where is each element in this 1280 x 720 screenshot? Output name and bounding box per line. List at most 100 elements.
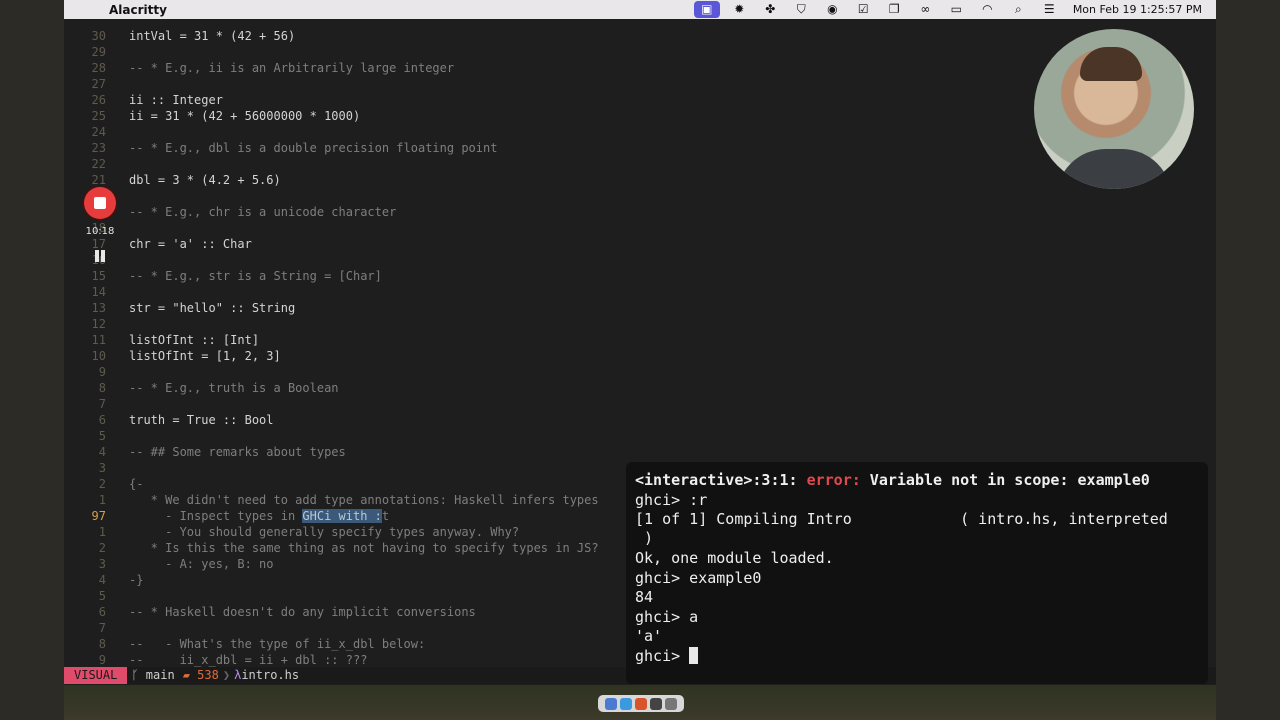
code-line[interactable]: 4 -- ## Some remarks about types xyxy=(64,444,346,460)
glasses-icon[interactable]: ∞ xyxy=(910,0,941,19)
code-line[interactable]: 7 xyxy=(64,396,106,412)
dock xyxy=(598,695,684,712)
line-number: 27 xyxy=(91,77,106,91)
line-number: 30 xyxy=(91,29,106,43)
recording-timer: 10:18 xyxy=(85,226,115,237)
menubar-clock[interactable]: Mon Feb 19 1:25:57 PM xyxy=(1065,3,1216,16)
wifi-icon[interactable]: ◠ xyxy=(972,0,1003,19)
code-line[interactable]: 2 * Is this the same thing as not having… xyxy=(64,540,599,556)
code-line[interactable]: 26 ii :: Integer xyxy=(64,92,223,108)
checkbox-icon[interactable]: ☑ xyxy=(848,0,879,19)
code-text: listOfInt :: [Int] xyxy=(129,333,260,347)
dock-app-icon[interactable] xyxy=(635,697,647,710)
error-location: <interactive>:3:1: xyxy=(635,471,807,489)
window-icon[interactable]: ❐ xyxy=(879,0,910,19)
folder-icon: ▰ xyxy=(182,668,198,682)
menu-bar: Alacritty ▣ ✹ ✤ ⛉ ◉ ☑ ❐ ∞ ▭ ◠ ⌕ ☰ Mon Fe… xyxy=(64,0,1216,19)
terminal-line: Ok, one module loaded. xyxy=(635,549,834,567)
visual-selection: GHCi with : xyxy=(302,509,382,523)
code-line[interactable]: 30 intVal = 31 * (42 + 56) xyxy=(64,28,296,44)
code-text: str = "hello" :: String xyxy=(129,301,296,315)
code-line[interactable]: 23 -- * E.g., dbl is a double precision f… xyxy=(64,140,498,156)
line-number: 23 xyxy=(91,141,106,155)
changes-segment: ▰ 538 xyxy=(179,667,223,684)
line-number: 25 xyxy=(91,109,106,123)
dock-app-icon[interactable] xyxy=(620,697,632,710)
code-line[interactable]: 10 listOfInt = [1, 2, 3] xyxy=(64,348,281,364)
code-line[interactable]: 4 -} xyxy=(64,572,144,588)
line-number: 2 xyxy=(98,477,106,491)
status-icons: ▣ ✹ ✤ ⛉ ◉ ☑ ❐ ∞ ▭ ◠ ⌕ ☰ Mon Feb 19 1:25:… xyxy=(693,0,1216,19)
code-text: -- ## Some remarks about types xyxy=(129,445,346,459)
control-center-icon[interactable]: ☰ xyxy=(1034,0,1065,19)
code-text: -- * Haskell doesn't do any implicit con… xyxy=(129,605,476,619)
code-line[interactable]: 9 xyxy=(64,364,106,380)
code-text: listOfInt = [1, 2, 3] xyxy=(129,349,281,363)
error-label: error: xyxy=(806,471,861,489)
code-line[interactable]: 1 * We didn't need to add type annotatio… xyxy=(64,492,599,508)
pause-recording-button[interactable] xyxy=(94,250,106,263)
dock-app-icon[interactable] xyxy=(605,697,617,710)
search-icon[interactable]: ⌕ xyxy=(1003,0,1034,19)
webcam-shirt xyxy=(1056,149,1172,189)
user-icon[interactable]: ◉ xyxy=(817,0,848,19)
shield-icon[interactable]: ⛉ xyxy=(786,0,817,19)
webcam-hair xyxy=(1080,47,1142,81)
line-number: 15 xyxy=(91,269,106,283)
code-text: truth = True :: Bool xyxy=(129,413,274,427)
line-number: 6 xyxy=(98,413,106,427)
terminal-line: ghci> a xyxy=(635,608,699,626)
code-text: * We didn't need to add type annotations… xyxy=(129,493,599,507)
line-number: 1 xyxy=(98,493,106,507)
code-line[interactable]: 22 xyxy=(64,156,106,172)
dock-app-icon[interactable] xyxy=(665,697,677,710)
line-number: 3 xyxy=(98,557,106,571)
line-number: 8 xyxy=(98,637,106,651)
code-line[interactable]: 3 xyxy=(64,460,106,476)
app-name[interactable]: Alacritty xyxy=(109,3,167,17)
code-line[interactable]: 5 xyxy=(64,428,106,444)
branch-segment: ᚴ main xyxy=(127,667,178,684)
battery-icon[interactable]: ▭ xyxy=(941,0,972,19)
code-text: ii :: Integer xyxy=(129,93,223,107)
code-text: intVal = 31 * (42 + 56) xyxy=(129,29,296,43)
code-line[interactable]: 7 xyxy=(64,620,106,636)
code-line[interactable]: 9 -- ii_x_dbl = ii + dbl :: ??? xyxy=(64,652,368,668)
dock-app-icon[interactable] xyxy=(650,697,662,710)
file-segment: λintro.hs xyxy=(230,667,303,684)
code-line[interactable]: 13 str = "hello" :: String xyxy=(64,300,296,316)
line-number: 4 xyxy=(98,573,106,587)
code-text: - Inspect types in GHCi with :t xyxy=(129,508,389,524)
code-line[interactable]: 3 - A: yes, B: no xyxy=(64,556,274,572)
code-text: - A: yes, B: no xyxy=(129,557,274,571)
code-line[interactable]: 11 listOfInt :: [Int] xyxy=(64,332,260,348)
code-line[interactable]: 2 {- xyxy=(64,476,144,492)
terminal-prompt[interactable]: ghci> xyxy=(635,646,699,666)
code-line[interactable]: 8 -- - What's the type of ii_x_dbl below: xyxy=(64,636,425,652)
code-line[interactable]: 14 xyxy=(64,284,106,300)
code-line[interactable]: 97 - Inspect types in GHCi with :t xyxy=(64,508,389,524)
code-line[interactable]: 25 ii = 31 * (42 + 56000000 * 1000) xyxy=(64,108,361,124)
code-line[interactable]: 1 - You should generally specify types a… xyxy=(64,524,519,540)
code-line[interactable]: 5 xyxy=(64,588,106,604)
screen-record-icon[interactable]: ▣ xyxy=(693,1,720,18)
code-line[interactable]: 21 dbl = 3 * (4.2 + 5.6) xyxy=(64,172,281,188)
puzzle-icon[interactable]: ✤ xyxy=(755,0,786,19)
gear-icon[interactable]: ✹ xyxy=(724,0,755,19)
code-line[interactable]: 28 -- * E.g., ii is an Arbitrarily large … xyxy=(64,60,455,76)
code-line[interactable]: 12 xyxy=(64,316,106,332)
file-name: intro.hs xyxy=(241,668,300,682)
code-line[interactable]: 15 -- * E.g., str is a String = [Char] xyxy=(64,268,382,284)
code-line[interactable]: 24 xyxy=(64,124,106,140)
ghci-terminal[interactable]: <interactive>:3:1: error: Variable not i… xyxy=(626,462,1208,684)
code-line[interactable]: 6 -- * Haskell doesn't do any implicit co… xyxy=(64,604,476,620)
branch-name: main xyxy=(145,668,175,682)
terminal-line: 'a' xyxy=(635,627,663,645)
code-line[interactable]: 27 xyxy=(64,76,106,92)
line-number: 26 xyxy=(91,93,106,107)
code-text: -- ii_x_dbl = ii + dbl :: ??? xyxy=(129,653,368,667)
code-line[interactable]: 29 xyxy=(64,44,106,60)
stop-recording-button[interactable] xyxy=(84,187,116,219)
code-line[interactable]: 8 -- * E.g., truth is a Boolean xyxy=(64,380,339,396)
code-line[interactable]: 6 truth = True :: Bool xyxy=(64,412,274,428)
